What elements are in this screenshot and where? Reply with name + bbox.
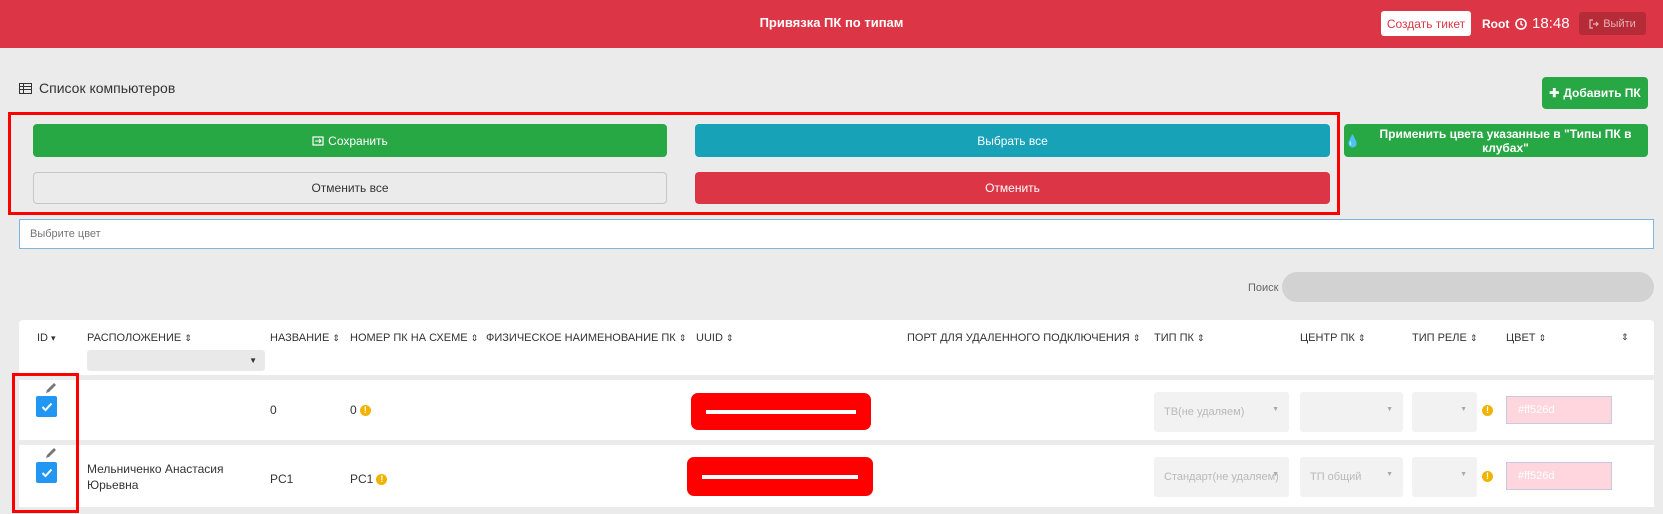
column-remote-port[interactable]: ПОРТ ДЛЯ УДАЛЕННОГО ПОДКЛЮЧЕНИЯ ⇕	[907, 332, 1140, 344]
caret-down-icon: ▼	[1460, 471, 1467, 478]
column-scheme-number[interactable]: НОМЕР ПК НА СХЕМЕ ⇕	[350, 332, 478, 344]
plus-icon: ✚	[1549, 86, 1560, 100]
column-uuid[interactable]: UUID ⇕	[696, 332, 733, 344]
sort-icon: ⇕	[1538, 332, 1547, 343]
caret-down-icon: ▼	[1386, 471, 1393, 478]
relay-type-select[interactable]: ▼	[1412, 457, 1477, 497]
warning-icon: !	[1482, 405, 1493, 416]
warning-icon: !	[359, 405, 371, 417]
create-ticket-button[interactable]: Создать тикет	[1381, 11, 1471, 36]
pencil-icon[interactable]	[45, 447, 57, 459]
caret-down-icon: ▼	[249, 356, 257, 365]
check-icon	[41, 468, 52, 477]
add-pc-label: Добавить ПК	[1563, 86, 1641, 100]
caret-down-icon: ▼	[1460, 406, 1467, 413]
cancel-button[interactable]: Отменить	[695, 172, 1330, 204]
search-input[interactable]	[1282, 272, 1654, 302]
sort-icon: ⇕	[678, 332, 687, 343]
relay-type-select[interactable]: ▼	[1412, 392, 1477, 432]
check-icon	[41, 402, 52, 411]
cancel-all-button[interactable]: Отменить все	[33, 172, 667, 204]
warning-icon: !	[1482, 471, 1493, 482]
sort-icon: ⇕	[184, 332, 192, 343]
logout-label: Выйти	[1603, 17, 1636, 30]
color-swatch[interactable]: #ff526d	[1506, 396, 1612, 424]
top-bar: Привязка ПК по типам Создать тикет Root …	[0, 0, 1663, 48]
location-cell-line2: Юрьевна	[87, 478, 139, 492]
pc-type-select[interactable]: Стандарт(не удаляем) ▼	[1154, 457, 1289, 497]
pc-center-select[interactable]: ▼	[1300, 392, 1403, 432]
computer-list-heading: Список компьютеров	[19, 80, 175, 96]
row-checkbox[interactable]	[36, 396, 57, 417]
redacted-uuid	[691, 393, 871, 430]
caret-down-icon: ▼	[1272, 471, 1279, 478]
pc-type-select[interactable]: ТВ(не удаляем) ▼	[1154, 392, 1289, 432]
sort-icon: ⇕	[1196, 332, 1205, 343]
table-row: Мельниченко Анастасия Юрьевна PC1 PC1! С…	[19, 445, 1654, 507]
sort-icon: ⇕	[725, 332, 734, 343]
apply-colors-label: Применить цвета указанные в "Типы ПК в к…	[1379, 126, 1632, 155]
column-physical-name[interactable]: ФИЗИЧЕСКОЕ НАИМЕНОВАНИЕ ПК ⇕	[486, 332, 686, 344]
logout-icon	[1589, 18, 1600, 29]
color-swatch[interactable]: #ff526d	[1506, 462, 1612, 490]
sort-icon: ⇕	[332, 332, 340, 343]
scheme-number-cell: PC1!	[350, 472, 388, 486]
column-pc-center[interactable]: ЦЕНТР ПК ⇕	[1300, 332, 1365, 344]
pc-center-select[interactable]: ТП общий ▼	[1300, 457, 1403, 497]
table-header: ID ▾ РАСПОЛОЖЕНИЕ ⇕ ▼ НАЗВАНИЕ ⇕ НОМЕР ПК Н…	[19, 320, 1654, 375]
pencil-icon[interactable]	[45, 382, 57, 394]
column-name[interactable]: НАЗВАНИЕ ⇕	[270, 332, 340, 344]
column-color[interactable]: ЦВЕТ ⇕	[1506, 332, 1546, 344]
location-filter-select[interactable]: ▼	[87, 350, 265, 371]
warning-icon: !	[376, 474, 388, 486]
refresh-icon	[312, 135, 324, 146]
column-pc-type[interactable]: ТИП ПК ⇕	[1154, 332, 1204, 344]
column-id[interactable]: ID ▾	[37, 332, 56, 344]
caret-down-icon: ▼	[1272, 406, 1279, 413]
username: Root	[1482, 17, 1510, 31]
search-label: Поиск	[1248, 282, 1279, 294]
location-cell-line1: Мельниченко Анастасия	[87, 462, 224, 476]
apply-colors-button[interactable]: 💧 Применить цвета указанные в "Типы ПК в…	[1344, 124, 1648, 157]
scheme-number-cell: 0!	[350, 403, 371, 417]
save-label: Сохранить	[328, 133, 388, 148]
drop-icon: 💧	[1345, 133, 1360, 148]
caret-down-icon: ▼	[1386, 406, 1393, 413]
sort-icon: ⇕	[1357, 332, 1366, 343]
color-picker-input[interactable]	[19, 219, 1654, 249]
logout-button[interactable]: Выйти	[1579, 12, 1646, 35]
sort-icon: ⇕	[470, 332, 479, 343]
clock-time: 18:48	[1532, 15, 1570, 32]
save-button[interactable]: Сохранить	[33, 124, 667, 157]
clock: 18:48	[1515, 15, 1570, 32]
sort-icon: ⇕	[1132, 332, 1141, 343]
computer-list-title: Список компьютеров	[39, 80, 176, 96]
redacted-uuid	[687, 457, 873, 496]
table-icon	[19, 82, 32, 94]
add-pc-button[interactable]: ✚ Добавить ПК	[1542, 77, 1648, 109]
select-all-button[interactable]: Выбрать все	[695, 124, 1330, 157]
sort-icon: ⇕	[1469, 332, 1478, 343]
clock-icon	[1515, 17, 1527, 30]
row-checkbox[interactable]	[36, 462, 57, 483]
column-location[interactable]: РАСПОЛОЖЕНИЕ ⇕	[87, 332, 192, 344]
name-cell: PC1	[270, 472, 294, 486]
table-row: 0 0! ТВ(не удаляем) ▼ ▼ ▼ ! #ff526d	[19, 380, 1654, 440]
sort-icon[interactable]: ⇕	[1621, 332, 1629, 343]
column-relay-type[interactable]: ТИП РЕЛЕ ⇕	[1412, 332, 1477, 344]
name-cell: 0	[270, 403, 277, 417]
sort-desc-icon: ▾	[51, 332, 56, 343]
